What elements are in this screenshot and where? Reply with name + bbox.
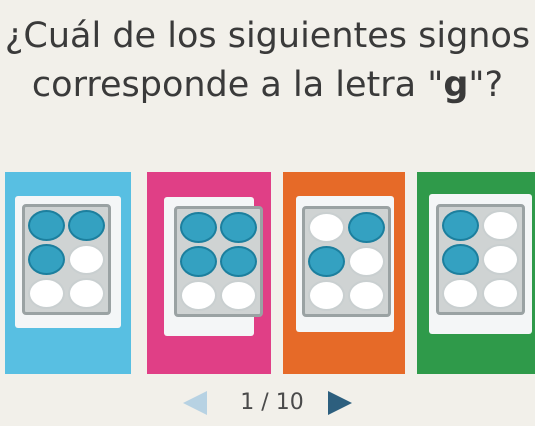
answer-options (0, 172, 535, 374)
braille-cell (302, 206, 391, 317)
braille-dot (348, 246, 385, 277)
braille-dot (482, 210, 519, 241)
question-suffix: "? (468, 65, 504, 105)
page-counter: 1 / 10 (222, 388, 322, 418)
braille-dot (180, 280, 217, 311)
braille-dot (442, 278, 479, 309)
braille-dot (442, 244, 479, 275)
braille-dot (348, 212, 385, 243)
braille-dot (442, 210, 479, 241)
braille-cell (22, 204, 111, 315)
braille-dot (180, 246, 217, 277)
braille-dot (482, 278, 519, 309)
braille-dot (28, 278, 65, 309)
braille-dot (482, 244, 519, 275)
braille-dot (348, 280, 385, 311)
option-card-3[interactable] (283, 172, 405, 374)
braille-dot (68, 244, 105, 275)
braille-dot (68, 210, 105, 241)
braille-dot (308, 212, 345, 243)
question-text: ¿Cuál de los siguientes signos correspon… (0, 12, 535, 110)
braille-dot (220, 212, 257, 243)
previous-arrow-icon[interactable] (183, 391, 207, 415)
page-separator: / (254, 390, 276, 415)
next-arrow-icon[interactable] (328, 391, 352, 415)
pager: 1 / 10 (0, 388, 535, 426)
question-letter: g (443, 65, 469, 105)
braille-dot (68, 278, 105, 309)
page-current: 1 (240, 390, 255, 415)
braille-dot (220, 280, 257, 311)
braille-cell (174, 206, 263, 317)
braille-dot (220, 246, 257, 277)
option-card-1[interactable] (5, 172, 131, 374)
page-total: 10 (275, 390, 304, 415)
braille-dot (180, 212, 217, 243)
braille-dot (308, 246, 345, 277)
braille-dot (308, 280, 345, 311)
braille-cell (436, 204, 525, 315)
braille-dot (28, 244, 65, 275)
option-card-4[interactable] (417, 172, 535, 374)
braille-dot (28, 210, 65, 241)
option-card-2[interactable] (147, 172, 271, 374)
